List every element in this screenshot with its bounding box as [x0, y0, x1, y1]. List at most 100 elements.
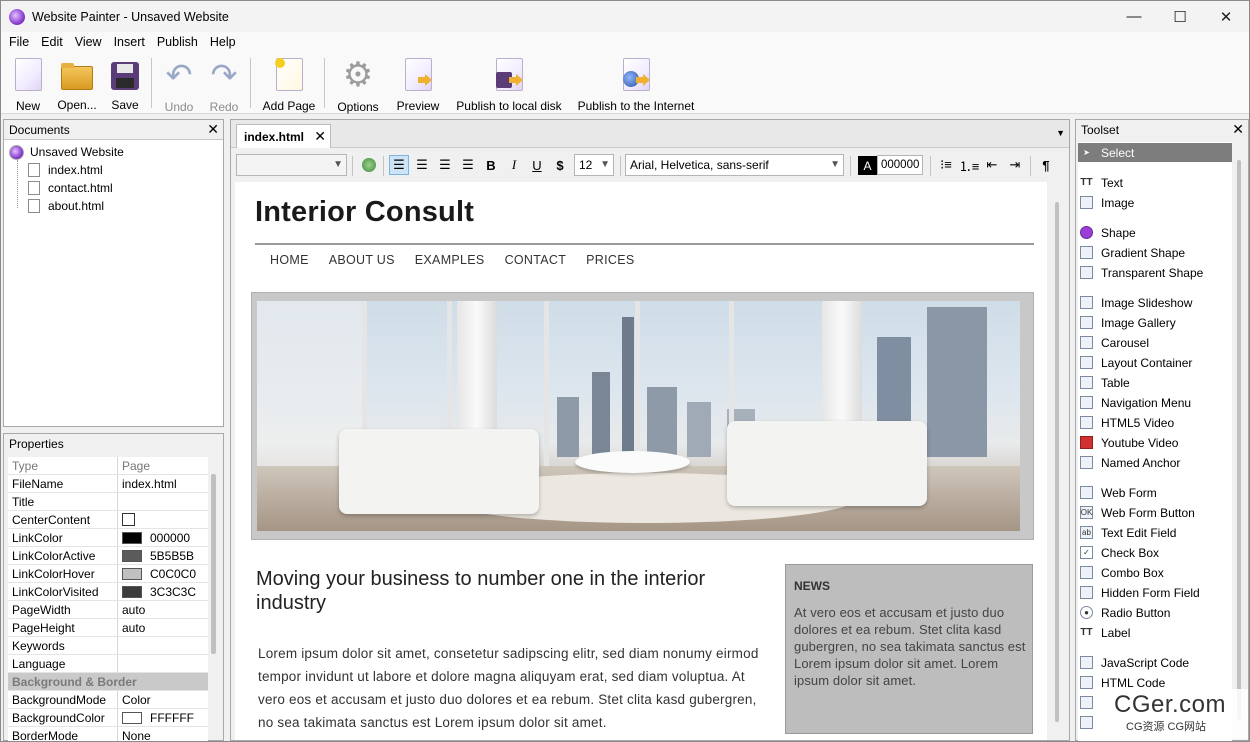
publish-local-button[interactable]: Publish to local disk: [454, 54, 564, 113]
new-button[interactable]: New: [9, 54, 47, 113]
close-documents-icon[interactable]: ✕: [207, 121, 219, 138]
options-button[interactable]: ⚙ Options: [334, 54, 382, 114]
tool-text-edit-field[interactable]: ab Text Edit Field: [1078, 523, 1232, 542]
tool-named-anchor[interactable]: Named Anchor: [1078, 453, 1232, 472]
tool-hidden-form-field[interactable]: Hidden Form Field: [1078, 583, 1232, 602]
open-button[interactable]: Open...: [55, 54, 99, 112]
site-navigation-menu[interactable]: HOME ABOUT US EXAMPLES CONTACT PRICES: [270, 253, 655, 267]
menu-publish[interactable]: Publish: [153, 35, 202, 49]
tool-image-slideshow[interactable]: Image Slideshow: [1078, 293, 1232, 312]
font-size-select[interactable]: 12 ▼: [574, 154, 614, 176]
menu-help[interactable]: Help: [206, 35, 240, 49]
site-nav-contact[interactable]: CONTACT: [505, 253, 567, 267]
menu-insert[interactable]: Insert: [110, 35, 149, 49]
align-center-button[interactable]: ☰: [412, 155, 432, 175]
tree-item-about[interactable]: about.html: [28, 197, 104, 215]
tool-layout-container[interactable]: Layout Container: [1078, 353, 1232, 372]
main-heading[interactable]: Moving your business to number one in th…: [256, 567, 756, 615]
hero-interior-image[interactable]: [257, 301, 1020, 531]
align-right-button[interactable]: ☰: [435, 155, 455, 175]
minimize-button[interactable]: —: [1111, 1, 1157, 32]
site-nav-examples[interactable]: EXAMPLES: [415, 253, 485, 267]
property-row[interactable]: Title: [8, 493, 208, 511]
style-select[interactable]: ▼: [236, 154, 347, 176]
hero-image-container[interactable]: [251, 292, 1034, 540]
property-row[interactable]: FileName index.html: [8, 475, 208, 493]
publish-internet-button[interactable]: Publish to the Internet: [576, 54, 696, 113]
news-box[interactable]: NEWS At vero eos et accusam et justo duo…: [785, 564, 1033, 734]
numbered-list-button[interactable]: ⒈≡: [959, 155, 980, 175]
property-row[interactable]: BackgroundMode Color: [8, 691, 208, 709]
canvas-scrollbar[interactable]: [1055, 202, 1059, 722]
tool-text[interactable]: TT Text: [1078, 173, 1232, 192]
tree-item-contact[interactable]: contact.html: [28, 179, 113, 197]
undo-button[interactable]: ↶ Undo: [161, 54, 197, 114]
property-value[interactable]: auto: [118, 601, 208, 618]
property-value[interactable]: Color: [118, 691, 208, 708]
italic-button[interactable]: I: [504, 155, 524, 175]
tab-list-dropdown-icon[interactable]: ▼: [1056, 128, 1065, 138]
save-button[interactable]: Save: [107, 54, 143, 112]
tool-web-form[interactable]: Web Form: [1078, 483, 1232, 502]
property-row[interactable]: PageHeight auto: [8, 619, 208, 637]
font-family-select[interactable]: Arial, Helvetica, sans-serif ▼: [625, 154, 844, 176]
tool-gradient-shape[interactable]: Gradient Shape: [1078, 243, 1232, 262]
bold-button[interactable]: B: [481, 155, 501, 175]
property-value[interactable]: [118, 655, 208, 672]
site-nav-home[interactable]: HOME: [270, 253, 309, 267]
menu-view[interactable]: View: [71, 35, 106, 49]
site-nav-prices[interactable]: PRICES: [586, 253, 634, 267]
tree-root-website[interactable]: Unsaved Website: [9, 143, 124, 161]
link-globe-button[interactable]: [359, 155, 379, 175]
property-value[interactable]: index.html: [118, 475, 208, 492]
tool-javascript-code[interactable]: JavaScript Code: [1078, 653, 1232, 672]
tool-radio-button[interactable]: ● Radio Button: [1078, 603, 1232, 622]
properties-scrollbar[interactable]: [211, 474, 216, 654]
tool-shape[interactable]: Shape: [1078, 223, 1232, 242]
add-page-button[interactable]: Add Page: [260, 54, 318, 113]
site-title[interactable]: Interior Consult: [255, 196, 474, 229]
tool-label[interactable]: TT Label: [1078, 623, 1232, 642]
property-row[interactable]: CenterContent: [8, 511, 208, 529]
property-value[interactable]: auto: [118, 619, 208, 636]
property-row[interactable]: LinkColorActive 5B5B5B: [8, 547, 208, 565]
tool-image[interactable]: Image: [1078, 193, 1232, 212]
property-row[interactable]: BackgroundColor FFFFFF: [8, 709, 208, 727]
close-window-button[interactable]: ✕: [1203, 1, 1249, 32]
property-row[interactable]: PageWidth auto: [8, 601, 208, 619]
design-canvas[interactable]: Interior Consult HOME ABOUT US EXAMPLES …: [235, 182, 1047, 740]
tool-check-box[interactable]: ✓ Check Box: [1078, 543, 1232, 562]
site-nav-about[interactable]: ABOUT US: [329, 253, 395, 267]
tree-item-index[interactable]: index.html: [28, 161, 103, 179]
underline-button[interactable]: U: [527, 155, 547, 175]
tab-index-html[interactable]: index.html ✕: [236, 124, 331, 148]
tool-table[interactable]: Table: [1078, 373, 1232, 392]
menu-edit[interactable]: Edit: [37, 35, 67, 49]
indent-button[interactable]: ⇥: [1005, 155, 1025, 175]
menu-file[interactable]: File: [5, 35, 33, 49]
property-row[interactable]: LinkColor 000000: [8, 529, 208, 547]
close-tab-icon[interactable]: ✕: [314, 128, 326, 145]
property-value[interactable]: None: [118, 727, 208, 742]
property-row[interactable]: LinkColorVisited 3C3C3C: [8, 583, 208, 601]
text-color-input[interactable]: 000000: [877, 155, 923, 175]
main-paragraph[interactable]: Lorem ipsum dolor sit amet, consetetur s…: [258, 642, 768, 734]
property-value-cell[interactable]: 000000: [118, 529, 208, 546]
strikethrough-button[interactable]: $: [550, 155, 570, 175]
tool-combo-box[interactable]: Combo Box: [1078, 563, 1232, 582]
property-value[interactable]: [118, 637, 208, 654]
property-row[interactable]: LinkColorHover C0C0C0: [8, 565, 208, 583]
text-color-button[interactable]: A: [858, 156, 877, 175]
tool-web-form-button[interactable]: OK Web Form Button: [1078, 503, 1232, 522]
property-value[interactable]: [118, 493, 208, 510]
tool-image-gallery[interactable]: Image Gallery: [1078, 313, 1232, 332]
close-toolset-icon[interactable]: ✕: [1232, 121, 1244, 138]
outdent-button[interactable]: ⇤: [982, 155, 1002, 175]
property-row[interactable]: Language: [8, 655, 208, 673]
property-value-cell[interactable]: 5B5B5B: [118, 547, 208, 564]
maximize-button[interactable]: ☐: [1157, 1, 1203, 32]
tool-transparent-shape[interactable]: Transparent Shape: [1078, 263, 1232, 282]
show-formatting-button[interactable]: ¶: [1036, 155, 1056, 175]
property-row[interactable]: BorderMode None: [8, 727, 208, 742]
center-content-checkbox[interactable]: [122, 513, 135, 526]
